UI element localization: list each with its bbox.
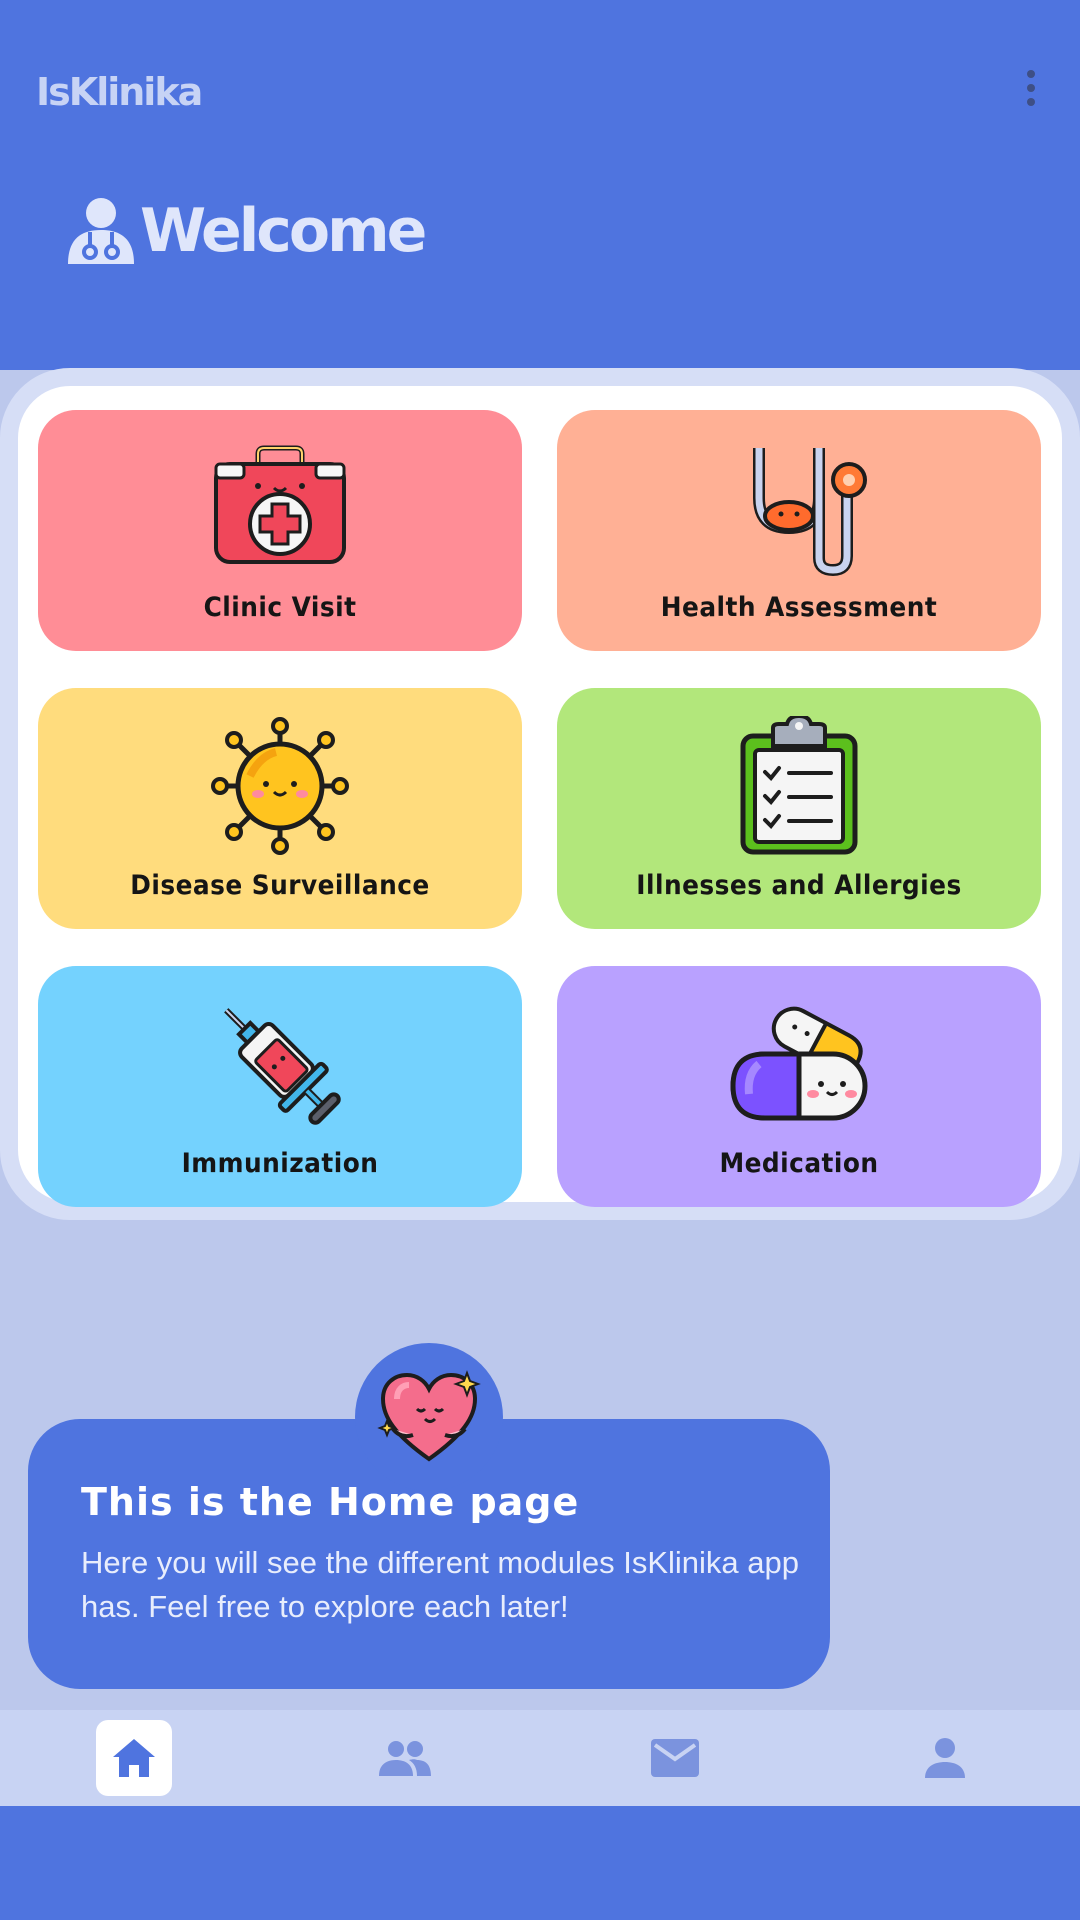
module-label: Clinic Visit [203, 592, 357, 623]
module-card-immunization[interactable]: Immunization [38, 966, 522, 1207]
person-icon [925, 1738, 965, 1778]
home-icon [113, 1739, 155, 1777]
module-label: Health Assessment [660, 592, 938, 623]
app-title: IsKlinika [36, 70, 203, 114]
heart-icon [377, 1370, 481, 1462]
module-card-illnesses-and-allergies[interactable]: Illnesses and Allergies [557, 688, 1041, 929]
module-label: Illnesses and Allergies [636, 870, 962, 901]
module-card-disease-surveillance[interactable]: Disease Surveillance [38, 688, 522, 929]
tip-title: This is the Home page [81, 1480, 580, 1524]
tip-body: Here you will see the different modules … [81, 1545, 799, 1624]
mail-icon [651, 1739, 699, 1777]
module-card-medication[interactable]: Medication [557, 966, 1041, 1207]
syringe-icon [224, 1008, 341, 1125]
module-card-clinic-visit[interactable]: Clinic Visit [38, 410, 522, 651]
nav-messages[interactable] [637, 1720, 713, 1796]
people-icon [379, 1741, 431, 1776]
bottom-navigation [0, 1710, 1080, 1806]
more-vert-icon-dot [1027, 98, 1035, 106]
clipboard-icon [740, 716, 858, 855]
tip-icon-bubble [355, 1343, 503, 1491]
app-header [0, 0, 1080, 370]
virus-icon [211, 717, 349, 855]
first-aid-kit-icon [214, 445, 346, 564]
more-options-button[interactable] [1010, 64, 1052, 112]
nav-home[interactable] [96, 1720, 172, 1796]
nav-profile[interactable] [907, 1720, 983, 1796]
module-label: Immunization [181, 1148, 379, 1179]
stethoscope-icon [753, 448, 867, 577]
module-card-health-assessment[interactable]: Health Assessment [557, 410, 1041, 651]
system-bar [0, 1806, 1080, 1920]
welcome-heading: Welcome [66, 195, 427, 267]
welcome-title: Welcome [140, 196, 427, 266]
module-label: Medication [719, 1148, 879, 1179]
doctor-icon [68, 198, 134, 264]
nav-people[interactable] [367, 1720, 443, 1796]
more-vert-icon [1027, 70, 1035, 78]
pills-icon [730, 1006, 868, 1121]
module-label: Disease Surveillance [130, 870, 430, 901]
more-vert-icon-dot [1027, 84, 1035, 92]
